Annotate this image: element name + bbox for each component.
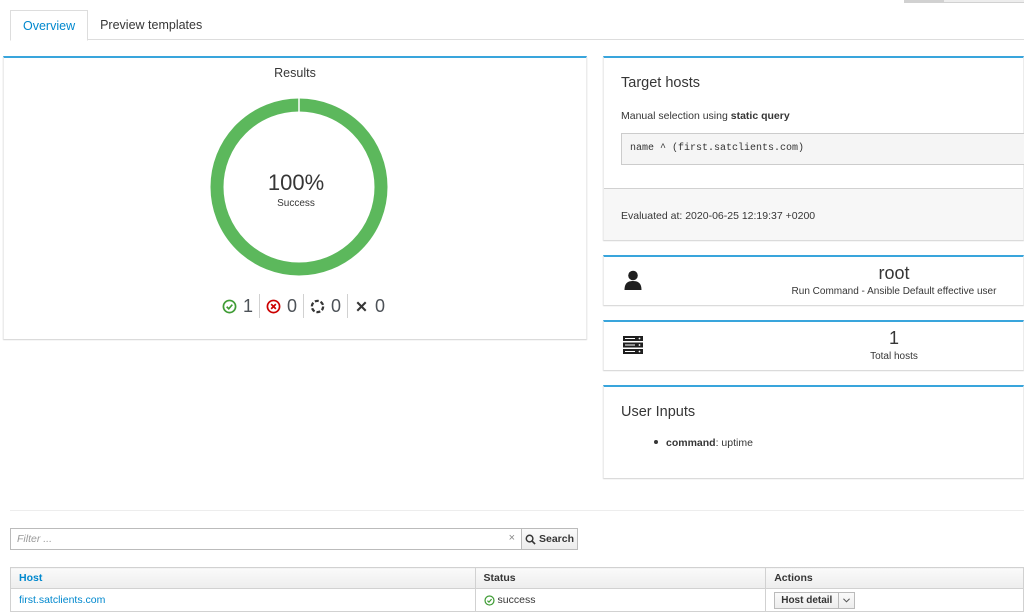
host-actions-group: Host detail xyxy=(774,591,856,609)
host-detail-button[interactable]: Host detail xyxy=(775,592,840,608)
status-cell: success xyxy=(474,588,767,612)
effective-user-label: Run Command - Ansible Default effective … xyxy=(791,286,997,297)
table-header-row: Host Status Actions xyxy=(10,567,1024,589)
actions-dropdown-toggle[interactable] xyxy=(839,593,854,608)
table-row: first.satclients.com success Host detail xyxy=(10,588,1024,612)
success-label: Success xyxy=(277,198,315,209)
target-desc-prefix: Manual selection using xyxy=(621,110,731,122)
toolbar-stub-segment xyxy=(904,0,944,3)
count-pending-value: 0 xyxy=(331,295,342,316)
target-hosts-title: Target hosts xyxy=(621,75,700,91)
count-failed: 0 xyxy=(259,294,303,318)
tab-preview-templates[interactable]: Preview templates xyxy=(88,10,214,40)
check-circle-icon xyxy=(222,299,237,313)
evaluated-timestamp: Evaluated at: 2020-06-25 12:19:37 +0200 xyxy=(621,210,816,222)
list-item: command: uptime xyxy=(654,437,753,449)
result-counts: 1 0 0 0 xyxy=(216,294,391,318)
bullet-icon xyxy=(654,440,658,445)
user-inputs-title: User Inputs xyxy=(621,404,696,420)
search-button-label: Search xyxy=(538,533,575,545)
effective-user-card: root Run Command - Ansible Default effec… xyxy=(603,255,1024,305)
count-cancelled-value: 0 xyxy=(375,295,386,316)
count-cancelled: 0 xyxy=(347,294,391,318)
search-query: name ^ (first.satclients.com) xyxy=(621,133,1024,165)
effective-user-value: root xyxy=(878,263,910,283)
total-hosts-value: 1 xyxy=(888,328,899,348)
check-circle-icon xyxy=(483,594,495,606)
tab-overview[interactable]: Overview xyxy=(10,10,89,41)
status-text: success xyxy=(497,594,536,606)
top-toolbar-stub xyxy=(904,0,1024,3)
server-icon xyxy=(623,336,643,354)
count-pending: 0 xyxy=(303,294,347,318)
user-inputs-card: User Inputs command: uptime xyxy=(603,385,1024,478)
chevron-down-icon xyxy=(843,597,851,603)
total-hosts-card: 1 Total hosts xyxy=(603,320,1024,370)
status-wrapper: success xyxy=(483,594,758,606)
success-percent: 100% xyxy=(267,170,325,195)
column-header-host[interactable]: Host xyxy=(10,567,476,589)
user-inputs-list: command: uptime xyxy=(654,437,753,449)
tab-bar: Overview Preview templates xyxy=(10,10,1024,41)
count-success: 1 xyxy=(216,294,259,318)
filter-input[interactable] xyxy=(11,529,491,549)
host-link[interactable]: first.satclients.com xyxy=(19,594,105,606)
pending-icon xyxy=(310,299,325,313)
target-hosts-description: Manual selection using static query xyxy=(621,110,790,122)
section-divider xyxy=(10,510,1024,511)
error-circle-icon xyxy=(266,299,281,313)
count-success-value: 1 xyxy=(243,295,254,316)
target-hosts-card: Target hosts Manual selection using stat… xyxy=(603,56,1024,240)
total-hosts-label: Total hosts xyxy=(870,351,918,362)
filter-box: × xyxy=(10,528,522,550)
evaluated-footer: Evaluated at: 2020-06-25 12:19:37 +0200 xyxy=(604,189,1023,240)
hosts-table: Host Status Actions first.satclients.com… xyxy=(10,567,1024,612)
clear-filter-icon[interactable]: × xyxy=(509,532,515,544)
results-title: Results xyxy=(274,66,316,80)
column-header-actions: Actions xyxy=(765,567,1024,589)
column-header-status: Status xyxy=(474,567,767,589)
results-card: Results 100% Success 1 0 0 0 xyxy=(3,56,587,339)
target-desc-query-type: static query xyxy=(730,110,790,122)
count-failed-value: 0 xyxy=(287,295,298,316)
input-key: command xyxy=(666,437,716,449)
cancelled-icon xyxy=(356,301,367,311)
host-cell: first.satclients.com xyxy=(10,588,476,612)
search-icon xyxy=(525,534,536,545)
user-icon xyxy=(624,270,642,290)
input-value: : uptime xyxy=(715,437,753,449)
actions-cell: Host detail xyxy=(765,588,1024,612)
search-button[interactable]: Search xyxy=(521,528,578,550)
